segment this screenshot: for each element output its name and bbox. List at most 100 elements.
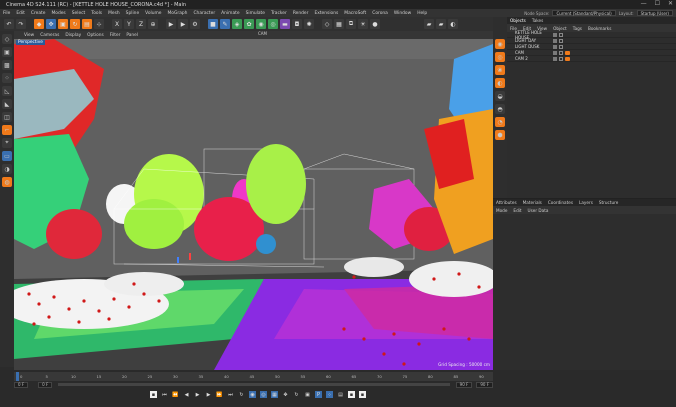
coordinate-manager-icon[interactable]: ◐: [495, 78, 505, 88]
visibility-dot-icon[interactable]: [553, 44, 557, 49]
menu-item-volume[interactable]: Volume: [145, 11, 161, 16]
viewport-menu-cameras[interactable]: Cameras: [40, 33, 59, 38]
maximize-button[interactable]: ☐: [655, 0, 660, 7]
clapper-icon[interactable]: ▰: [424, 19, 434, 29]
layer-manager-icon[interactable]: ◉: [495, 39, 505, 49]
objects-menu-tags[interactable]: Tags: [573, 26, 582, 31]
scale-icon[interactable]: ▣: [58, 19, 68, 29]
viewport-menu-view[interactable]: View: [24, 33, 34, 38]
asset-browser-icon[interactable]: ◓: [495, 104, 505, 114]
play-icon[interactable]: ▶: [194, 391, 201, 398]
menu-item-character[interactable]: Character: [193, 11, 215, 16]
menu-item-corona[interactable]: Corona: [372, 11, 388, 16]
points-mode-icon[interactable]: ⁘: [2, 73, 12, 83]
record-settings-icon[interactable]: ▪: [150, 391, 157, 398]
scheme-icon[interactable]: ▤: [337, 391, 344, 398]
attr-tab-structure[interactable]: Structure: [599, 200, 618, 205]
go-to-end-icon[interactable]: ⏭: [227, 391, 234, 398]
menu-item-select[interactable]: Select: [72, 11, 86, 16]
loop-icon[interactable]: ↻: [238, 391, 245, 398]
objects-menu-bookmarks[interactable]: Bookmarks: [588, 26, 611, 31]
polygons-mode-icon[interactable]: ◣: [2, 99, 12, 109]
subdivision-icon[interactable]: ◈: [232, 19, 242, 29]
menu-item-simulate[interactable]: Simulate: [246, 11, 265, 16]
content-browser-icon[interactable]: ❀: [495, 65, 505, 75]
menu-item-file[interactable]: File: [3, 11, 10, 16]
playhead[interactable]: [16, 372, 19, 381]
corona-icon[interactable]: ◐: [448, 19, 458, 29]
timeline-ruler[interactable]: 0 5 10 15 20 25 30 35 40 45 50 55 60 65 70 75 80 85 90: [14, 372, 493, 381]
light-icon[interactable]: ✺: [304, 19, 314, 29]
close-button[interactable]: ✕: [668, 0, 673, 7]
camera-icon[interactable]: ◘: [292, 19, 302, 29]
tag-icon[interactable]: ◇: [322, 19, 332, 29]
dope-sheet-icon[interactable]: ▪: [359, 391, 366, 398]
menu-item-render[interactable]: Render: [293, 11, 309, 16]
coordinate-system-icon[interactable]: ⊹: [94, 19, 104, 29]
menu-item-create[interactable]: Create: [31, 11, 46, 16]
texture-mode-icon[interactable]: ▩: [2, 60, 12, 70]
visibility-dot-icon[interactable]: [553, 50, 557, 55]
solo-icon[interactable]: ◑: [2, 164, 12, 174]
visibility-dot-icon[interactable]: [553, 38, 557, 43]
console-icon[interactable]: ◒: [495, 91, 505, 101]
floor-icon[interactable]: ▬: [280, 19, 290, 29]
uv-mode-icon[interactable]: ◫: [2, 112, 12, 122]
previous-key-icon[interactable]: ⏪: [172, 391, 179, 398]
menu-item-edit[interactable]: Edit: [16, 11, 25, 16]
frame-range-slider[interactable]: [58, 383, 450, 386]
previous-frame-icon[interactable]: ◀: [183, 391, 190, 398]
axis-mode-icon[interactable]: ⌐: [2, 125, 12, 135]
attr-menu-mode[interactable]: Mode: [496, 208, 507, 213]
cube-icon[interactable]: ■: [208, 19, 218, 29]
material-manager-icon[interactable]: ◎: [495, 52, 505, 62]
attr-tab-attributes[interactable]: Attributes: [496, 200, 517, 205]
enable-checkbox-icon[interactable]: [559, 50, 563, 55]
menu-item-mograph[interactable]: MoGraph: [168, 11, 188, 16]
clapper-settings-icon[interactable]: ▰: [436, 19, 446, 29]
minimize-button[interactable]: —: [641, 0, 647, 7]
attr-tab-coordinates[interactable]: Coordinates: [548, 200, 573, 205]
make-editable-icon[interactable]: ◇: [2, 34, 12, 44]
material-icon[interactable]: ●: [370, 19, 380, 29]
position-key-icon[interactable]: ✥: [282, 391, 289, 398]
enable-checkbox-icon[interactable]: [559, 44, 563, 49]
field-icon[interactable]: ◎: [268, 19, 278, 29]
current-frame-field[interactable]: 0 F: [14, 381, 29, 388]
menu-item-window[interactable]: Window: [394, 11, 411, 16]
pen-icon[interactable]: ✎: [220, 19, 230, 29]
layout-dropdown[interactable]: Startup (User): [636, 10, 673, 16]
max-frame-field[interactable]: 90 F: [476, 381, 493, 388]
viewport-menu-panel[interactable]: Panel: [126, 33, 138, 38]
grid-icon[interactable]: ▦: [334, 19, 344, 29]
visibility-dot-icon[interactable]: [553, 56, 557, 61]
end-frame-field[interactable]: 90 F: [455, 381, 473, 388]
point-level-icon[interactable]: ⁘: [326, 391, 333, 398]
attr-tab-layers[interactable]: Layers: [579, 200, 593, 205]
objects-menu-object[interactable]: Object: [553, 26, 567, 31]
param-key-icon[interactable]: P: [315, 391, 322, 398]
viewport[interactable]: Perspective Grid Spacing : 50000 cm: [14, 39, 493, 370]
render-settings-icon[interactable]: ⚙: [190, 19, 200, 29]
start-frame-field[interactable]: 0 F: [38, 381, 53, 388]
snapping-icon[interactable]: ⌖: [2, 138, 12, 148]
menu-item-extensions[interactable]: Extensions: [314, 11, 338, 16]
attr-tab-materials[interactable]: Materials: [523, 200, 542, 205]
timeline-window-icon[interactable]: ▪: [348, 391, 355, 398]
model-mode-icon[interactable]: ▣: [2, 47, 12, 57]
tab-takes[interactable]: Takes: [532, 18, 543, 23]
next-frame-icon[interactable]: ▶: [205, 391, 212, 398]
tab-objects[interactable]: Objects: [510, 18, 526, 23]
enable-checkbox-icon[interactable]: [559, 32, 563, 37]
menu-item-mesh[interactable]: Mesh: [108, 11, 120, 16]
attr-menu-user-data[interactable]: User Data: [528, 208, 549, 213]
camera-tag-icon[interactable]: [565, 50, 570, 55]
menu-item-animate[interactable]: Animate: [221, 11, 239, 16]
node-space-dropdown[interactable]: Current (Standard/Physical): [552, 10, 616, 16]
picture-viewer-icon[interactable]: ◔: [495, 117, 505, 127]
rotate-icon[interactable]: ↻: [70, 19, 80, 29]
lightbulb-icon[interactable]: ☀: [358, 19, 368, 29]
x-axis-lock-icon[interactable]: X: [112, 19, 122, 29]
recent-tools-icon[interactable]: ▤: [82, 19, 92, 29]
y-axis-lock-icon[interactable]: Y: [124, 19, 134, 29]
